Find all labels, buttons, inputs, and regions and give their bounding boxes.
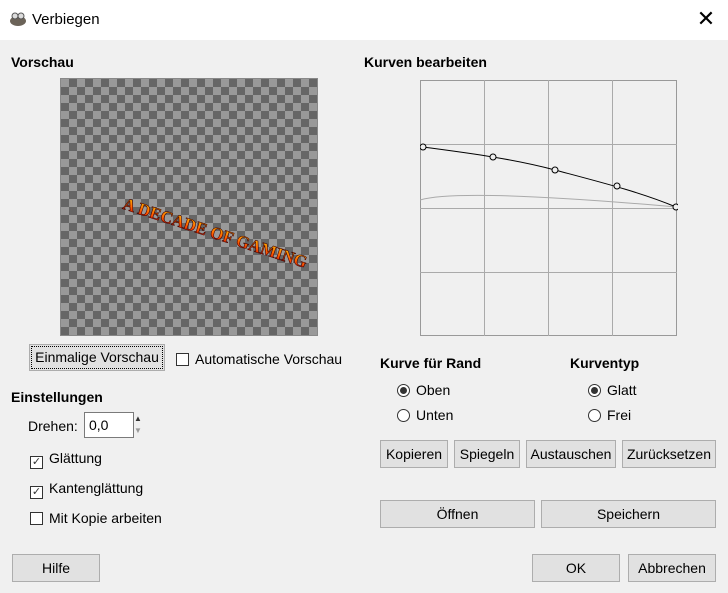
preview-image: A DECADE OF GAMING bbox=[60, 78, 318, 336]
antialias-label: Kantenglättung bbox=[49, 480, 144, 496]
spin-down-icon[interactable]: ▼ bbox=[134, 425, 142, 437]
reset-button[interactable]: Zurücksetzen bbox=[622, 440, 716, 468]
radio-bottom-label: Unten bbox=[416, 407, 454, 423]
radio-icon bbox=[397, 409, 410, 422]
curve-point[interactable] bbox=[551, 166, 559, 174]
checkbox-checked-icon: ✓ bbox=[30, 456, 43, 469]
radio-top-label: Oben bbox=[416, 382, 451, 398]
checkbox-icon bbox=[176, 353, 189, 366]
antialias-checkbox[interactable]: ✓ Kantenglättung bbox=[30, 480, 143, 499]
radio-free[interactable]: Frei bbox=[588, 407, 631, 423]
radio-icon bbox=[588, 409, 601, 422]
curves-heading: Kurven bearbeiten bbox=[364, 54, 487, 70]
save-button[interactable]: Speichern bbox=[541, 500, 716, 528]
auto-preview-label: Automatische Vorschau bbox=[195, 351, 343, 367]
swap-button[interactable]: Austauschen bbox=[526, 440, 616, 468]
radio-selected-icon bbox=[397, 384, 410, 397]
copy-button[interactable]: Kopieren bbox=[380, 440, 448, 468]
gimp-icon bbox=[10, 12, 26, 26]
radio-top[interactable]: Oben bbox=[397, 382, 450, 398]
cancel-button[interactable]: Abbrechen bbox=[628, 554, 716, 582]
work-on-copy-checkbox[interactable]: Mit Kopie arbeiten bbox=[30, 510, 162, 526]
checkbox-icon bbox=[30, 512, 43, 525]
curve-point[interactable] bbox=[613, 182, 621, 190]
preview-heading: Vorschau bbox=[11, 54, 74, 70]
preview-art: A DECADE OF GAMING bbox=[120, 194, 310, 272]
window-title: Verbiegen bbox=[32, 11, 100, 28]
ok-button[interactable]: OK bbox=[532, 554, 620, 582]
radio-smooth[interactable]: Glatt bbox=[588, 382, 637, 398]
spin-up-icon[interactable]: ▲ bbox=[134, 413, 142, 425]
auto-preview-checkbox[interactable]: Automatische Vorschau bbox=[176, 351, 342, 367]
radio-free-label: Frei bbox=[607, 407, 632, 423]
rotate-label: Drehen: bbox=[28, 418, 78, 434]
curve-point[interactable] bbox=[489, 153, 497, 161]
curve-editor[interactable] bbox=[420, 80, 678, 336]
edge-heading: Kurve für Rand bbox=[380, 355, 482, 371]
close-icon[interactable]: ✕ bbox=[694, 6, 718, 32]
title-bar bbox=[0, 0, 728, 40]
mirror-button[interactable]: Spiegeln bbox=[454, 440, 520, 468]
help-button[interactable]: Hilfe bbox=[12, 554, 100, 582]
rotate-spinner[interactable]: ▲ ▼ bbox=[134, 413, 142, 437]
rotate-input[interactable]: 0,0 bbox=[84, 412, 134, 438]
curve-type-heading: Kurventyp bbox=[570, 355, 640, 371]
settings-heading: Einstellungen bbox=[11, 389, 103, 405]
radio-smooth-label: Glatt bbox=[607, 382, 637, 398]
smoothing-label: Glättung bbox=[49, 450, 102, 466]
radio-selected-icon bbox=[588, 384, 601, 397]
checkbox-checked-icon: ✓ bbox=[30, 486, 43, 499]
preview-text: A DECADE OF GAMING bbox=[121, 194, 310, 272]
smoothing-checkbox[interactable]: ✓ Glättung bbox=[30, 450, 102, 469]
single-preview-button[interactable]: Einmalige Vorschau bbox=[29, 344, 165, 371]
radio-bottom[interactable]: Unten bbox=[397, 407, 453, 423]
open-button[interactable]: Öffnen bbox=[380, 500, 535, 528]
curve-point[interactable] bbox=[672, 203, 678, 211]
work-on-copy-label: Mit Kopie arbeiten bbox=[49, 510, 162, 526]
curve-point[interactable] bbox=[420, 143, 427, 151]
